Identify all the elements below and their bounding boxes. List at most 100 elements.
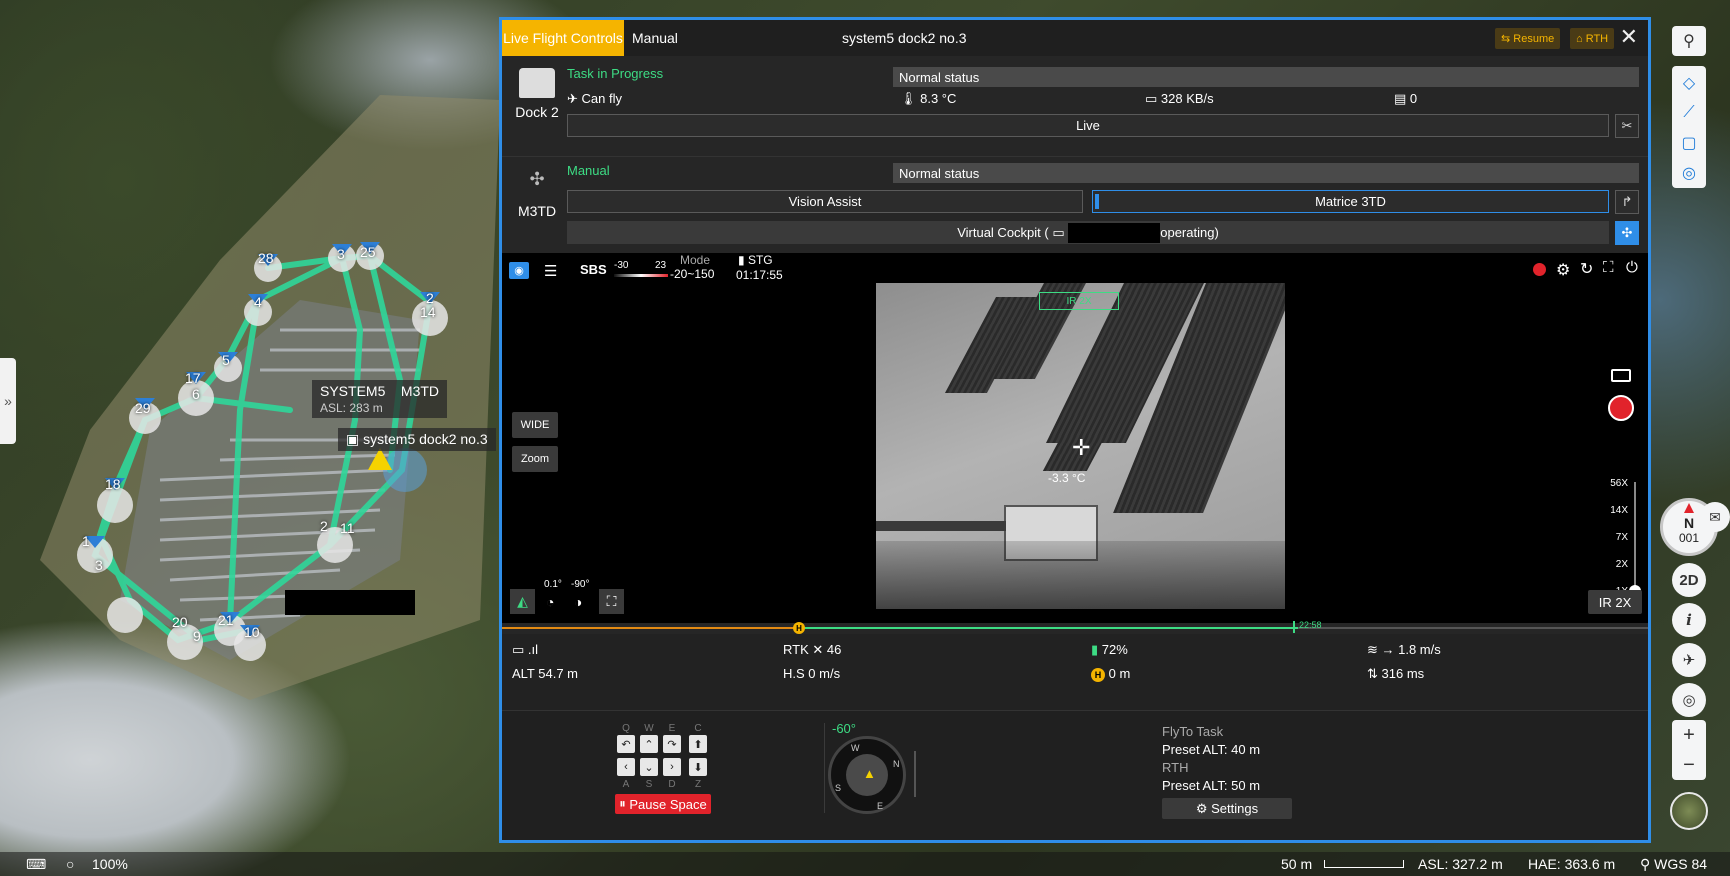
timeline-end-time: 22:58 [1299, 620, 1322, 630]
can-fly-icon: ✈ [567, 91, 582, 106]
resume-label: Resume [1513, 32, 1555, 45]
network-icon: ▭ [1145, 91, 1161, 106]
fullscreen-icon[interactable]: ⛶ [1603, 259, 1614, 276]
timeline-end-marker [1293, 621, 1295, 633]
scale-label: 50 m [1281, 856, 1313, 872]
drone-normal-status: Normal status [893, 163, 1639, 183]
dock-tag-icon: ▣ [346, 431, 360, 447]
dock-device[interactable]: Dock 2 [508, 68, 566, 120]
road [876, 521, 1006, 531]
waypoint-label-3: 3 [337, 246, 345, 262]
tab-live-flight-controls[interactable]: Live Flight Controls [502, 20, 624, 56]
home-distance-value: 0 m [1108, 666, 1131, 681]
draw-tools-group: ◇ ⟋ ▢ ◎ [1672, 66, 1706, 188]
view-mode-button[interactable]: 2D [1672, 563, 1706, 597]
zoom-out-button[interactable]: − [1672, 750, 1706, 780]
crs-readout[interactable]: ⚲ WGS 84 [1640, 856, 1707, 873]
scale-bar [1324, 860, 1404, 868]
compass-heading-value: 001 [1678, 531, 1700, 545]
zoom-scale-track [1634, 482, 1636, 590]
gimbal-reset-icon[interactable]: ⛶ [599, 589, 624, 614]
crs-icon: ⚲ [1640, 856, 1655, 872]
info-icon[interactable]: i [1672, 603, 1706, 637]
operator-redacted [1068, 222, 1161, 243]
home-marker[interactable]: H [793, 622, 805, 634]
zoom-level-56x: 56X [1610, 478, 1628, 489]
tab-manual[interactable]: Manual [632, 20, 678, 56]
flyto-preset-alt: Preset ALT: 40 m [1162, 742, 1261, 757]
dock-live-button[interactable]: Live [567, 114, 1609, 137]
dock-name: Dock 2 [515, 104, 559, 120]
map-overlay-icon[interactable]: ◭ [510, 589, 535, 614]
basemap-switch-button[interactable] [1670, 792, 1708, 830]
circle-tool-icon[interactable]: ◎ [1672, 158, 1706, 188]
camera-mode-icon[interactable]: ◉ [509, 262, 529, 279]
settings-button[interactable]: ⚙ Settings [1162, 798, 1292, 819]
refresh-icon[interactable]: ↻ [1580, 259, 1593, 279]
rotate-right-key[interactable]: ↷ [663, 735, 681, 753]
drone-tag-model: M3TD [400, 383, 440, 399]
key-label-c: C [694, 723, 702, 734]
ir-toggle-button[interactable]: IR 2X [1588, 590, 1642, 614]
flight-timeline[interactable]: H 22:58 [502, 620, 1648, 634]
hae-readout: HAE: 363.6 m [1528, 856, 1616, 872]
compass-needle-icon [1684, 503, 1694, 513]
vision-assist-button[interactable]: Vision Assist [567, 190, 1083, 213]
cockpit-drone-icon[interactable]: ✣ [1615, 221, 1639, 245]
zoom-lens-button[interactable]: Zoom [512, 446, 558, 472]
key-label-s: S [645, 779, 653, 790]
keyboard-icon[interactable]: ⌨ [26, 856, 46, 873]
drone-device[interactable]: ✣ M3TD [508, 169, 566, 219]
expand-left-panel-button[interactable]: » [0, 358, 16, 444]
horizontal-speed: H.S 0 m/s [783, 666, 841, 681]
forward-key[interactable]: ⌃ [640, 735, 658, 753]
drone-tag-name: SYSTEM5 [320, 383, 386, 399]
close-icon[interactable]: ✕ [1620, 24, 1638, 50]
resume-button[interactable]: ⇆ Resume [1495, 28, 1561, 49]
monitor-icon: ▭ [1048, 224, 1069, 240]
locate-icon[interactable]: ◎ [1672, 683, 1706, 717]
wide-lens-button[interactable]: WIDE [512, 412, 558, 438]
record-button[interactable] [1608, 395, 1634, 421]
pin-tool-icon[interactable]: ◇ [1672, 68, 1706, 98]
zoom-percent: 100% [92, 856, 128, 872]
airplane-icon[interactable]: ✈ [1672, 643, 1706, 677]
home-distance-icon: H [1091, 668, 1105, 682]
polyline-tool-icon[interactable]: ⟋ [1672, 98, 1706, 128]
ascend-key[interactable]: ⬆ [689, 735, 707, 753]
dock-icon [519, 68, 555, 98]
status-bar: ⌨ ○ 100% 50 m ASL: 327.2 m HAE: 363.6 m … [0, 852, 1730, 876]
video-camera-icon[interactable] [1611, 369, 1631, 382]
pause-button[interactable]: ⏸ Pause Space [615, 794, 711, 814]
descend-key[interactable]: ⬇ [689, 758, 707, 776]
backward-key[interactable]: ⌄ [640, 758, 658, 776]
search-icon[interactable]: ⚲ [1672, 26, 1706, 56]
zoom-in-button[interactable]: + [1672, 720, 1706, 750]
waypoint-label-20: 20 [172, 614, 188, 630]
compass-letter-n: N [893, 759, 900, 769]
drone-name: M3TD [517, 203, 557, 219]
rotate-left-key[interactable]: ↶ [617, 735, 635, 753]
power-icon[interactable]: ⏻ [1626, 259, 1638, 276]
thermal-image[interactable]: IR 2X ✛ -3.3 °C [876, 283, 1285, 609]
chat-icon[interactable]: ✉ [1700, 502, 1730, 532]
left-key[interactable]: ‹ [617, 758, 635, 776]
camera-settings-icon[interactable]: ☰ [544, 262, 557, 280]
spot-temperature: -3.3 °C [1048, 471, 1086, 485]
gear-icon[interactable]: ⚙ [1556, 260, 1570, 280]
dock-map-tag[interactable]: ▣ system5 dock2 no.3 [338, 428, 496, 451]
polygon-tool-icon[interactable]: ▢ [1672, 128, 1706, 158]
dock-tools-icon[interactable]: ✂ [1615, 114, 1639, 138]
share-icon[interactable]: ↱ [1615, 190, 1639, 214]
payload-select-button[interactable]: Matrice 3TD [1092, 190, 1609, 213]
live-video-feed[interactable]: ◉ ☰ SBS -30 23 Mode -20~150 ▮ STG 01:17:… [502, 253, 1648, 623]
virtual-cockpit-button[interactable]: Virtual Cockpit ( ▭ operating) [567, 221, 1609, 244]
battery-value: 72% [1101, 642, 1128, 657]
rth-button[interactable]: ⌂ RTH [1570, 28, 1615, 49]
zoom-scale[interactable]: 56X 14X 7X 2X 1X [1582, 478, 1642, 598]
waypoint-label-9: 9 [193, 628, 201, 644]
waypoint-label-14: 14 [420, 304, 436, 320]
record-dot-icon[interactable] [1533, 263, 1546, 276]
right-key[interactable]: › [663, 758, 681, 776]
drone-map-tag[interactable]: SYSTEM5 M3TD ASL: 283 m [312, 380, 448, 418]
